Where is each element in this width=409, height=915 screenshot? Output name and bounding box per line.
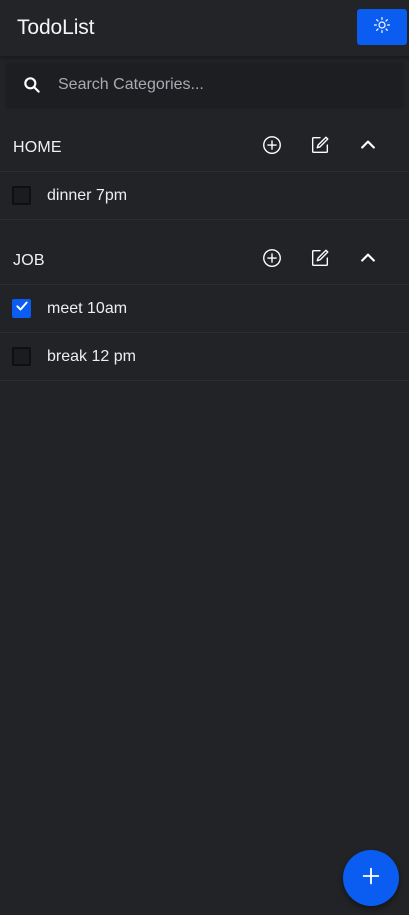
search-icon xyxy=(6,75,58,95)
search-bar xyxy=(6,63,403,107)
todo-item: break 12 pm xyxy=(0,333,409,381)
category-job: JOB meet 10am break 12 pm xyxy=(0,237,409,381)
search-container xyxy=(0,57,409,107)
category-title: JOB xyxy=(13,251,45,269)
app-bar: TodoList xyxy=(0,0,409,57)
chevron-up-icon xyxy=(358,248,378,273)
add-todo-button[interactable] xyxy=(248,128,296,168)
search-input[interactable] xyxy=(58,63,403,107)
edit-icon xyxy=(309,247,331,274)
category-actions xyxy=(248,241,392,281)
category-actions xyxy=(248,128,392,168)
todo-checkbox[interactable] xyxy=(12,347,31,366)
todo-checkbox[interactable] xyxy=(12,186,31,205)
category-header: JOB xyxy=(0,237,409,285)
category-header: HOME xyxy=(0,124,409,172)
edit-icon xyxy=(309,134,331,161)
todo-item: meet 10am xyxy=(0,285,409,333)
todo-label: meet 10am xyxy=(47,299,128,317)
sun-icon xyxy=(373,16,391,39)
theme-toggle-button[interactable] xyxy=(357,9,407,45)
collapse-category-button[interactable] xyxy=(344,241,392,281)
add-todo-button[interactable] xyxy=(248,241,296,281)
todo-item: dinner 7pm xyxy=(0,172,409,220)
plus-icon xyxy=(360,865,382,892)
chevron-up-icon xyxy=(358,135,378,160)
edit-category-button[interactable] xyxy=(296,241,344,281)
todo-label: break 12 pm xyxy=(47,347,136,365)
add-category-fab[interactable] xyxy=(343,850,399,906)
add-circle-icon xyxy=(261,247,283,274)
category-home: HOME dinner 7pm xyxy=(0,124,409,220)
app-title: TodoList xyxy=(17,16,95,39)
todo-checkbox[interactable] xyxy=(12,299,31,318)
add-circle-icon xyxy=(261,134,283,161)
collapse-category-button[interactable] xyxy=(344,128,392,168)
category-title: HOME xyxy=(13,138,62,156)
todo-label: dinner 7pm xyxy=(47,186,128,204)
edit-category-button[interactable] xyxy=(296,128,344,168)
app-root: TodoList Search Categories... HOME dinne… xyxy=(0,0,409,915)
check-icon xyxy=(15,299,29,318)
